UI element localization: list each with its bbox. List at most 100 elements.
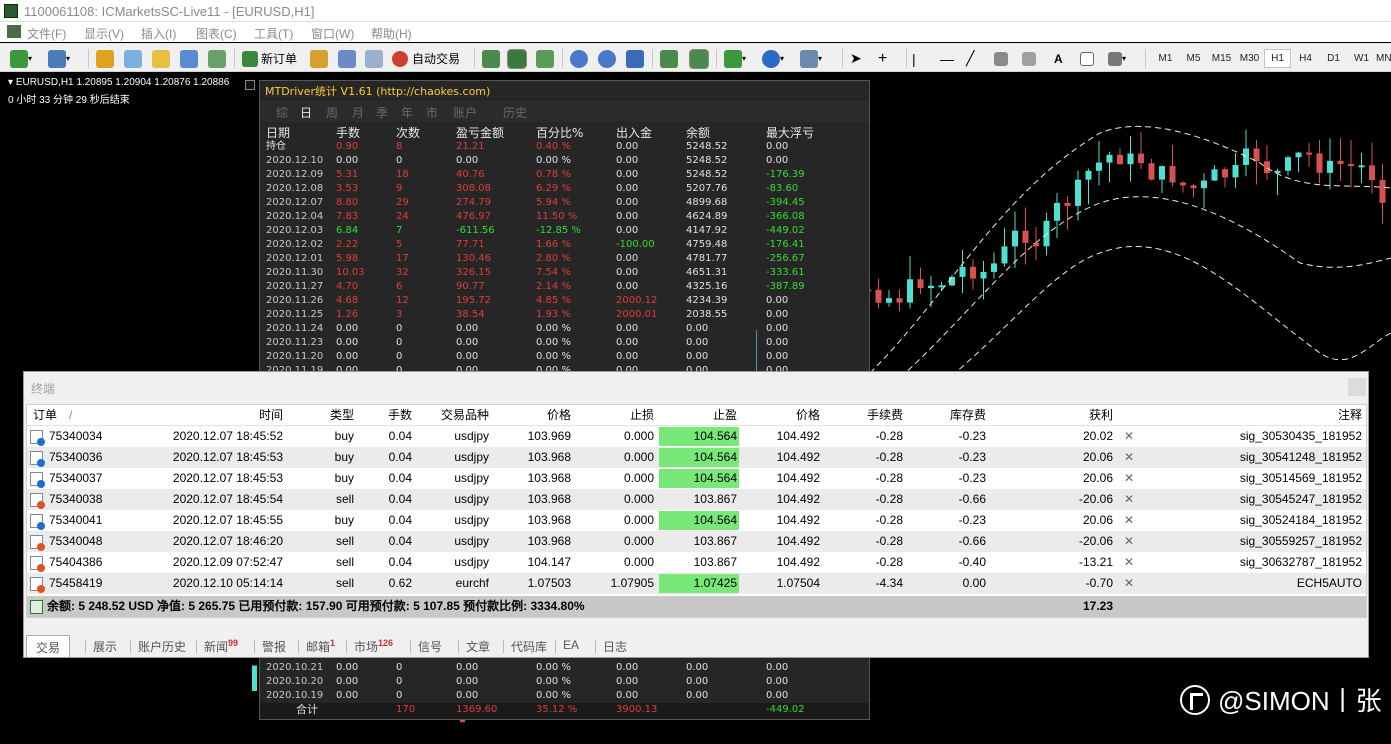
market-watch-button[interactable] bbox=[96, 48, 114, 69]
close-order-icon[interactable]: ✕ bbox=[1124, 426, 1134, 447]
mtd-tab-year[interactable]: 年 bbox=[401, 104, 413, 121]
autoscroll-button[interactable] bbox=[660, 48, 678, 69]
col-sl[interactable]: 止损 bbox=[630, 405, 654, 426]
menu-charts[interactable]: 图表(C) bbox=[196, 25, 237, 42]
terminal-tab[interactable]: EA bbox=[563, 638, 579, 652]
trade-cell-tp[interactable]: 103.867 bbox=[694, 531, 737, 552]
close-order-icon[interactable]: ✕ bbox=[1124, 468, 1134, 489]
trade-cell-sl[interactable]: 0.000 bbox=[624, 468, 654, 489]
menu-insert[interactable]: 插入(I) bbox=[141, 25, 176, 42]
mtd-tab-history[interactable]: 历史 bbox=[503, 104, 527, 121]
zoom-out-button[interactable] bbox=[598, 48, 616, 69]
tile-windows-button[interactable] bbox=[626, 48, 644, 69]
text-tool-button[interactable]: A bbox=[1054, 48, 1063, 69]
trade-cell-sl[interactable]: 0.000 bbox=[624, 510, 654, 531]
text-label-button[interactable] bbox=[1080, 48, 1094, 69]
close-order-icon[interactable]: ✕ bbox=[1124, 447, 1134, 468]
col-swap[interactable]: 库存费 bbox=[950, 405, 986, 426]
mtd-tab-month[interactable]: 月 bbox=[352, 104, 364, 121]
crosshair-tool-button[interactable]: + bbox=[878, 48, 887, 69]
auto-trade-button[interactable]: 自动交易 bbox=[392, 48, 460, 69]
trade-cell-tp[interactable]: 103.867 bbox=[694, 489, 737, 510]
mtd-tab-quarter[interactable]: 季 bbox=[376, 104, 388, 121]
trade-cell-tp[interactable]: 104.564 bbox=[694, 447, 737, 468]
line-chart-button[interactable] bbox=[536, 48, 554, 69]
terminal-button[interactable] bbox=[180, 48, 198, 69]
fibo-button[interactable] bbox=[1022, 48, 1036, 69]
terminal-close-icon[interactable] bbox=[1348, 378, 1366, 396]
terminal-tab[interactable]: 代码库 bbox=[511, 638, 547, 655]
menu-file[interactable]: 文件(F) bbox=[27, 25, 66, 42]
terminal-tab[interactable]: 信号 bbox=[418, 638, 442, 655]
trade-cell-sl[interactable]: 0.000 bbox=[624, 552, 654, 573]
col-price[interactable]: 价格 bbox=[796, 405, 820, 426]
close-order-icon[interactable]: ✕ bbox=[1124, 531, 1134, 552]
vps-button[interactable] bbox=[365, 48, 383, 69]
mtd-tab-day[interactable]: 日 bbox=[300, 104, 312, 121]
tf-w1[interactable]: W1 bbox=[1348, 49, 1375, 68]
horizontal-line-button[interactable]: — bbox=[940, 48, 954, 69]
col-lots[interactable]: 手数 bbox=[388, 405, 412, 426]
col-symbol[interactable]: 交易品种 bbox=[441, 405, 489, 426]
trade-row[interactable]: 75340041 2020.12.07 18:45:55 buy 0.04 usdjpy… bbox=[27, 510, 1366, 531]
terminal-tab[interactable]: 展示 bbox=[93, 638, 117, 655]
chart-shift-button[interactable] bbox=[689, 48, 709, 69]
tf-m5[interactable]: M5 bbox=[1180, 49, 1207, 68]
terminal-tab[interactable]: 警报 bbox=[262, 638, 286, 655]
document-icon[interactable] bbox=[7, 25, 21, 38]
zoom-in-button[interactable] bbox=[570, 48, 588, 69]
col-commission[interactable]: 手续费 bbox=[867, 405, 903, 426]
templates-button[interactable]: ▾ bbox=[800, 48, 822, 69]
col-order[interactable]: 订单 bbox=[33, 405, 57, 426]
close-order-icon[interactable]: ✕ bbox=[1124, 510, 1134, 531]
tf-m1[interactable]: M1 bbox=[1152, 49, 1179, 68]
trade-cell-tp[interactable]: 103.867 bbox=[694, 552, 737, 573]
menu-tools[interactable]: 工具(T) bbox=[254, 25, 293, 42]
trade-row[interactable]: 75340036 2020.12.07 18:45:53 buy 0.04 usdjpy… bbox=[27, 447, 1366, 468]
trade-row[interactable]: 75340038 2020.12.07 18:45:54 sell 0.04 usdjp… bbox=[27, 489, 1366, 510]
indicators-button[interactable]: ▾ bbox=[724, 48, 746, 69]
metaeditor-button[interactable] bbox=[310, 48, 328, 69]
terminal-tab[interactable]: 文章 bbox=[466, 638, 490, 655]
panel-minimize-icon[interactable] bbox=[245, 80, 255, 90]
terminal-tab[interactable]: 市场126 bbox=[354, 638, 393, 655]
new-order-button[interactable]: 新订单 bbox=[242, 48, 297, 69]
col-profit[interactable]: 获利 bbox=[1089, 405, 1113, 426]
terminal-tab[interactable]: 日志 bbox=[603, 638, 627, 655]
data-window-button[interactable] bbox=[152, 48, 170, 69]
channel-button[interactable] bbox=[994, 48, 1008, 69]
menu-help[interactable]: 帮助(H) bbox=[371, 25, 412, 42]
menu-window[interactable]: 窗口(W) bbox=[311, 25, 354, 42]
close-order-icon[interactable]: ✕ bbox=[1124, 552, 1134, 573]
trade-cell-sl[interactable]: 0.000 bbox=[624, 426, 654, 447]
mtd-tab-account[interactable]: 账户 bbox=[453, 104, 477, 121]
trade-cell-tp[interactable]: 104.564 bbox=[694, 510, 737, 531]
trade-cell-tp[interactable]: 1.07425 bbox=[694, 573, 737, 594]
trade-cell-tp[interactable]: 104.564 bbox=[694, 468, 737, 489]
col-open-price[interactable]: 价格 bbox=[547, 405, 571, 426]
tf-d1[interactable]: D1 bbox=[1320, 49, 1347, 68]
navigator-button[interactable] bbox=[124, 48, 142, 69]
tf-h1[interactable]: H1 bbox=[1264, 49, 1291, 68]
tf-m30[interactable]: M30 bbox=[1236, 49, 1263, 68]
mtd-tab-overall[interactable]: 综 bbox=[276, 104, 288, 121]
arrows-button[interactable]: ▾ bbox=[1108, 48, 1126, 69]
trade-row[interactable]: 75458419 2020.12.10 05:14:14 sell 0.62 eurch… bbox=[27, 573, 1366, 594]
periods-button[interactable]: ▾ bbox=[762, 48, 784, 69]
profiles-button[interactable]: ▾ bbox=[48, 48, 70, 69]
mtd-tab-symbol[interactable]: 市 bbox=[426, 104, 438, 121]
candle-chart-button[interactable] bbox=[507, 48, 527, 69]
trade-cell-sl[interactable]: 0.000 bbox=[624, 489, 654, 510]
trade-row[interactable]: 75340037 2020.12.07 18:45:53 buy 0.04 usdjpy… bbox=[27, 468, 1366, 489]
terminal-tab[interactable]: 新闻99 bbox=[204, 638, 238, 655]
col-time[interactable]: 时间 bbox=[259, 405, 283, 426]
menu-view[interactable]: 显示(V) bbox=[84, 25, 124, 42]
col-comment[interactable]: 注释 bbox=[1338, 405, 1362, 426]
trade-row[interactable]: 75404386 2020.12.09 07:52:47 sell 0.04 usdjp… bbox=[27, 552, 1366, 573]
trade-cell-sl[interactable]: 0.000 bbox=[624, 531, 654, 552]
col-tp[interactable]: 止盈 bbox=[713, 405, 737, 426]
trade-row[interactable]: 75340048 2020.12.07 18:46:20 sell 0.04 usdjp… bbox=[27, 531, 1366, 552]
trade-row[interactable]: 75340034 2020.12.07 18:45:52 buy 0.04 usdjpy… bbox=[27, 426, 1366, 447]
bar-chart-button[interactable] bbox=[482, 48, 500, 69]
mtd-tab-week[interactable]: 周 bbox=[326, 104, 338, 121]
